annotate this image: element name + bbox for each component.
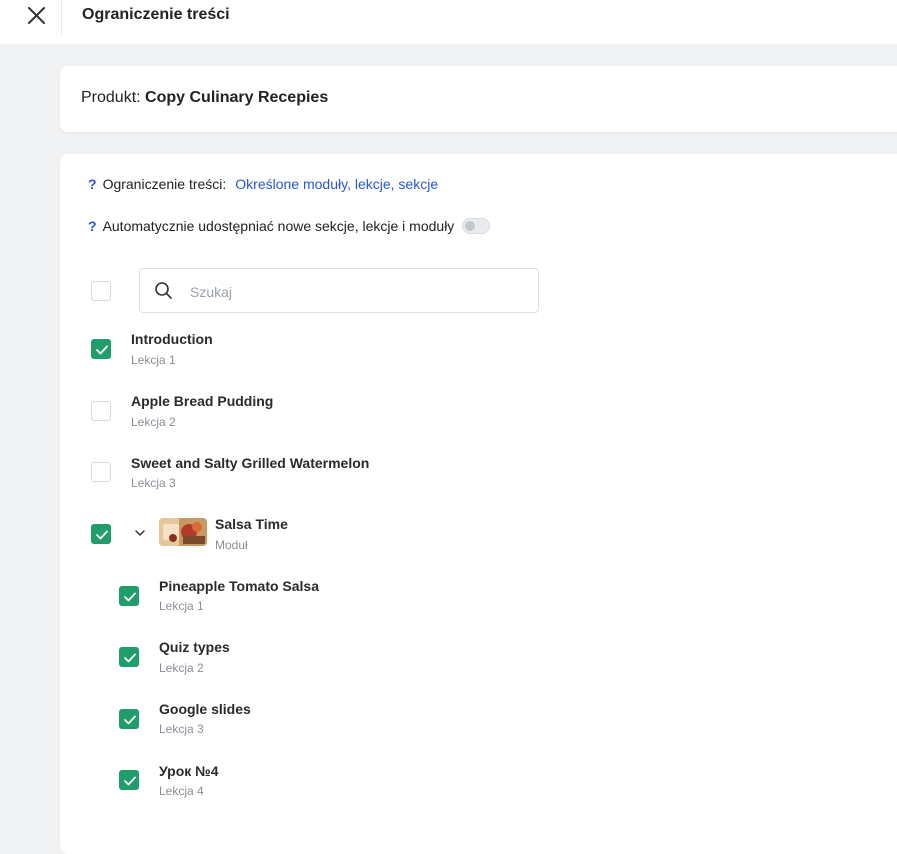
child-title: Pineapple Tomato Salsa [159, 578, 320, 594]
check-icon [124, 653, 136, 663]
restriction-row: ? Ograniczenie treści: Określone moduły,… [88, 176, 438, 192]
child-checkbox-quiz-types[interactable] [119, 647, 139, 667]
child-checkbox-pineapple-tomato-salsa[interactable] [119, 586, 139, 606]
check-icon [124, 592, 136, 602]
check-icon [124, 715, 136, 725]
toggle-knob [465, 221, 476, 231]
close-button[interactable] [22, 4, 50, 28]
auto-share-label: Automatycznie udostępniać nowe sekcje, l… [102, 218, 455, 234]
item-title: Introduction [131, 331, 213, 347]
child-subtitle: Lekcja 1 [159, 599, 204, 613]
restriction-value-link[interactable]: Określone moduły, lekcje, sekcje [235, 176, 438, 192]
search-box [139, 268, 539, 313]
product-card: Produkt: Copy Culinary Recepies [60, 66, 897, 132]
select-all-checkbox[interactable] [91, 281, 111, 301]
item-subtitle: Lekcja 1 [131, 353, 176, 367]
content-restriction-card: ? Ograniczenie treści: Określone moduły,… [60, 154, 897, 854]
chevron-down-icon[interactable] [134, 527, 146, 539]
child-title: Quiz types [159, 639, 230, 655]
help-icon[interactable]: ? [88, 218, 97, 234]
module-checkbox-salsa-time[interactable] [91, 524, 111, 544]
module-title: Salsa Time [215, 516, 288, 532]
check-icon [124, 776, 136, 786]
child-checkbox-google-slides[interactable] [119, 709, 139, 729]
search-input[interactable] [188, 279, 522, 305]
product-line: Produkt: Copy Culinary Recepies [81, 89, 328, 107]
child-subtitle: Lekcja 4 [159, 784, 204, 798]
item-checkbox-introduction[interactable] [91, 339, 111, 359]
item-subtitle: Lekcja 3 [131, 476, 176, 490]
module-thumbnail-image [159, 518, 207, 546]
topbar-divider [61, 0, 62, 34]
check-icon [96, 345, 108, 355]
item-title: Sweet and Salty Grilled Watermelon [131, 455, 370, 471]
restriction-label: Ograniczenie treści: [102, 176, 227, 192]
child-checkbox-urok-4[interactable] [119, 770, 139, 790]
child-subtitle: Lekcja 3 [159, 722, 204, 736]
item-title: Apple Bread Pudding [131, 393, 274, 409]
auto-share-row: ? Automatycznie udostępniać nowe sekcje,… [88, 218, 491, 234]
child-subtitle: Lekcja 2 [159, 661, 204, 675]
item-checkbox-apple-bread-pudding[interactable] [91, 401, 111, 421]
module-thumbnail [159, 518, 207, 546]
product-label: Produkt: [81, 89, 141, 106]
auto-share-toggle[interactable] [462, 218, 491, 234]
close-icon[interactable] [22, 4, 50, 28]
module-subtitle: Moduł [215, 538, 248, 552]
item-subtitle: Lekcja 2 [131, 415, 176, 429]
item-checkbox-grilled-watermelon[interactable] [91, 462, 111, 482]
search-icon [155, 282, 172, 299]
help-icon[interactable]: ? [88, 176, 97, 192]
check-icon [96, 530, 108, 540]
child-title: Урок №4 [159, 763, 219, 779]
page-title: Ograniczenie treści [82, 6, 230, 23]
top-bar: Ograniczenie treści [0, 0, 897, 44]
child-title: Google slides [159, 701, 251, 717]
product-name: Copy Culinary Recepies [145, 89, 329, 106]
